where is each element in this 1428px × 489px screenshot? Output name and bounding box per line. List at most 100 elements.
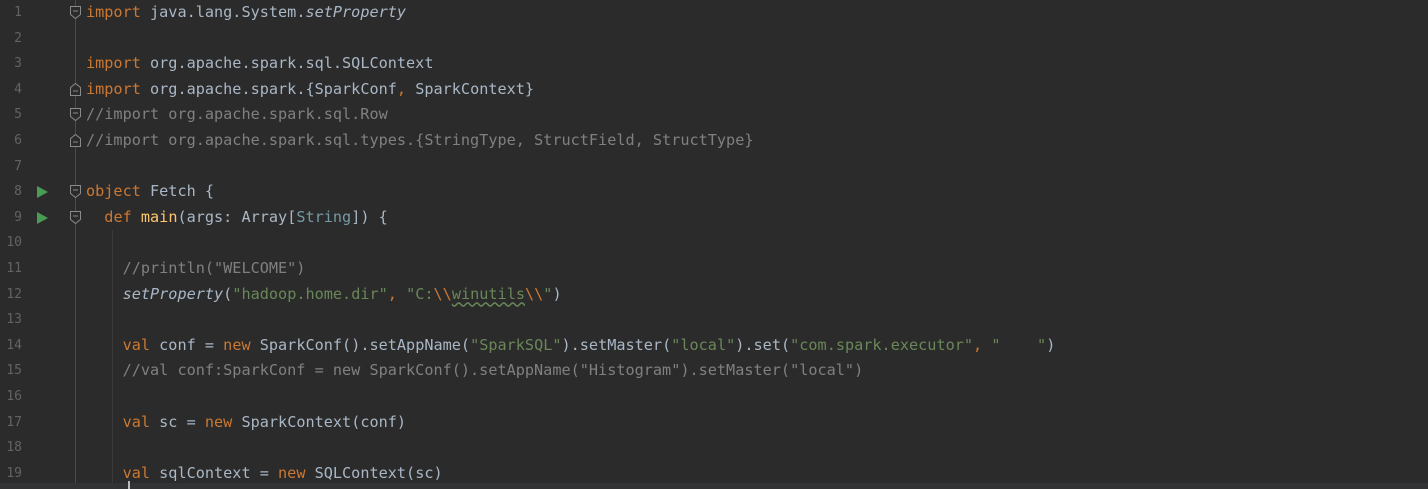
code-text[interactable]: import org.apache.spark.sql.SQLContext [86,51,433,77]
code-line[interactable]: 1 import java.lang.System.setProperty [0,0,1428,26]
code-text[interactable]: setProperty("hadoop.home.dir", "C:\\winu… [86,282,562,308]
code-text[interactable]: import org.apache.spark.{SparkConf, Spar… [86,77,534,103]
code-token: //import org.apache.spark.sql.types.{Str… [86,131,754,149]
code-token: SparkContext(conf) [232,412,407,431]
code-line[interactable]: 3 import org.apache.spark.sql.SQLContext [0,51,1428,77]
code-token: Fetch { [140,182,215,201]
code-token: SparkContext} [406,79,535,98]
code-token: ( [223,284,233,303]
line-number[interactable]: 8 [0,179,22,205]
code-line[interactable]: 11 //println("WELCOME") [0,256,1428,282]
code-line[interactable]: 14 val conf = new SparkConf().setAppName… [0,333,1428,359]
code-token: def [104,207,132,226]
line-number[interactable]: 6 [0,128,22,154]
code-token: val [122,463,151,482]
code-token: val [122,335,151,354]
code-token: " " [991,335,1047,354]
horizontal-scrollbar[interactable] [0,483,1428,489]
line-number[interactable]: 15 [0,358,22,384]
code-text[interactable]: //import org.apache.spark.sql.types.{Str… [86,128,754,154]
code-line[interactable]: 15 //val conf:SparkConf = new SparkConf(… [0,358,1428,384]
line-number[interactable]: 10 [0,230,22,256]
code-token: ) [1046,335,1056,354]
code-token: ).set( [735,335,791,354]
code-token: import [86,54,141,73]
code-token: //val conf:SparkConf = new SparkConf().s… [122,361,864,380]
code-token: winutils [451,284,525,303]
text-caret [128,481,130,489]
fold-collapse-icon[interactable] [70,185,81,199]
code-line[interactable]: 18 [0,435,1428,461]
line-number[interactable]: 11 [0,256,22,282]
fold-end-icon[interactable] [70,82,81,96]
code-line[interactable]: 6 //import org.apache.spark.sql.types.{S… [0,128,1428,154]
code-token: SQLContext(sc) [305,463,443,482]
code-text[interactable]: def main(args: Array[String]) { [86,205,388,231]
line-number[interactable]: 5 [0,102,22,128]
line-number[interactable]: 13 [0,307,22,333]
line-number[interactable]: 3 [0,51,22,77]
line-number[interactable]: 14 [0,333,22,359]
line-number[interactable]: 16 [0,384,22,410]
line-number[interactable]: 1 [0,0,22,26]
code-text[interactable]: object Fetch { [86,179,214,205]
code-line[interactable]: 5 //import org.apache.spark.sql.Row [0,102,1428,128]
code-line[interactable]: 17 val sc = new SparkContext(conf) [0,410,1428,436]
code-text[interactable]: val sc = new SparkContext(conf) [86,410,406,436]
code-line[interactable]: 2 [0,26,1428,52]
code-line[interactable]: 16 [0,384,1428,410]
code-token: object [86,182,141,201]
line-number[interactable]: 18 [0,435,22,461]
line-number[interactable]: 17 [0,410,22,436]
fold-collapse-icon[interactable] [70,6,81,19]
code-line[interactable]: 4 import org.apache.spark.{SparkConf, Sp… [0,77,1428,103]
fold-collapse-icon[interactable] [70,108,81,122]
code-token: new [278,463,306,482]
code-token: val [122,412,151,431]
code-token: new [223,335,251,354]
line-number[interactable]: 7 [0,154,22,180]
code-token: ) [552,284,562,303]
code-token: main [140,207,178,226]
code-line[interactable]: 7 [0,154,1428,180]
code-token: ]) { [351,207,388,226]
code-token: "local" [671,335,736,354]
fold-collapse-icon[interactable] [70,210,81,224]
line-number[interactable]: 2 [0,26,22,52]
code-text[interactable]: val conf = new SparkConf().setAppName("S… [86,333,1056,359]
fold-end-icon[interactable] [70,134,81,147]
code-token: java.lang.System. [140,3,306,21]
code-line[interactable]: 10 [0,230,1428,256]
line-number[interactable]: 12 [0,282,22,308]
code-line[interactable]: 8 object Fetch { [0,179,1428,205]
run-gutter-icon[interactable] [37,211,48,224]
code-editor[interactable]: 1 import java.lang.System.setProperty 2 … [0,0,1428,489]
code-text[interactable]: //import org.apache.spark.sql.Row [86,102,388,128]
code-token: "hadoop.home.dir" [232,284,388,303]
code-token: sc = [150,412,205,431]
code-token: org.apache.spark.{SparkConf [140,79,397,98]
code-token: "com.spark.executor" [790,335,973,354]
code-token: ).setMaster( [561,335,672,354]
code-token: \\ [524,284,544,303]
line-number[interactable]: 4 [0,77,22,103]
line-number[interactable]: 9 [0,205,22,231]
code-text[interactable]: //val conf:SparkConf = new SparkConf().s… [86,358,864,384]
code-token: import [86,79,141,98]
code-text[interactable]: import java.lang.System.setProperty [86,0,406,26]
code-text[interactable]: //println("WELCOME") [86,256,306,282]
code-token: \\ [433,284,452,303]
code-line[interactable]: 13 [0,307,1428,333]
code-line[interactable]: 12 setProperty("hadoop.home.dir", "C:\\w… [0,282,1428,308]
code-token: org.apache.spark.sql.SQLContext [140,54,434,73]
code-line[interactable]: 9 def main(args: Array[String]) { [0,205,1428,231]
run-gutter-icon[interactable] [37,186,48,199]
